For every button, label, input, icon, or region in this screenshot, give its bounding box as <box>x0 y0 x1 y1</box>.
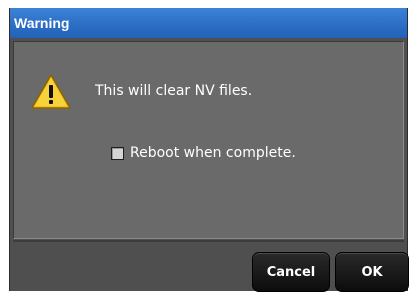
reboot-checkbox-label: Reboot when complete. <box>130 145 296 161</box>
reboot-checkbox-row[interactable]: Reboot when complete. <box>111 144 296 162</box>
cancel-button[interactable]: Cancel <box>252 252 330 292</box>
dialog-content: This will clear NV files. Reboot when co… <box>13 41 404 239</box>
reboot-checkbox[interactable] <box>111 146 124 160</box>
ok-button[interactable]: OK <box>335 252 409 292</box>
dialog-title: Warning <box>10 8 407 38</box>
dialog-message: This will clear NV files. <box>95 83 253 99</box>
footer-divider <box>13 240 404 242</box>
warning-icon <box>31 74 71 109</box>
warning-dialog: Warning This will clear NV files. Reboot… <box>9 8 409 292</box>
